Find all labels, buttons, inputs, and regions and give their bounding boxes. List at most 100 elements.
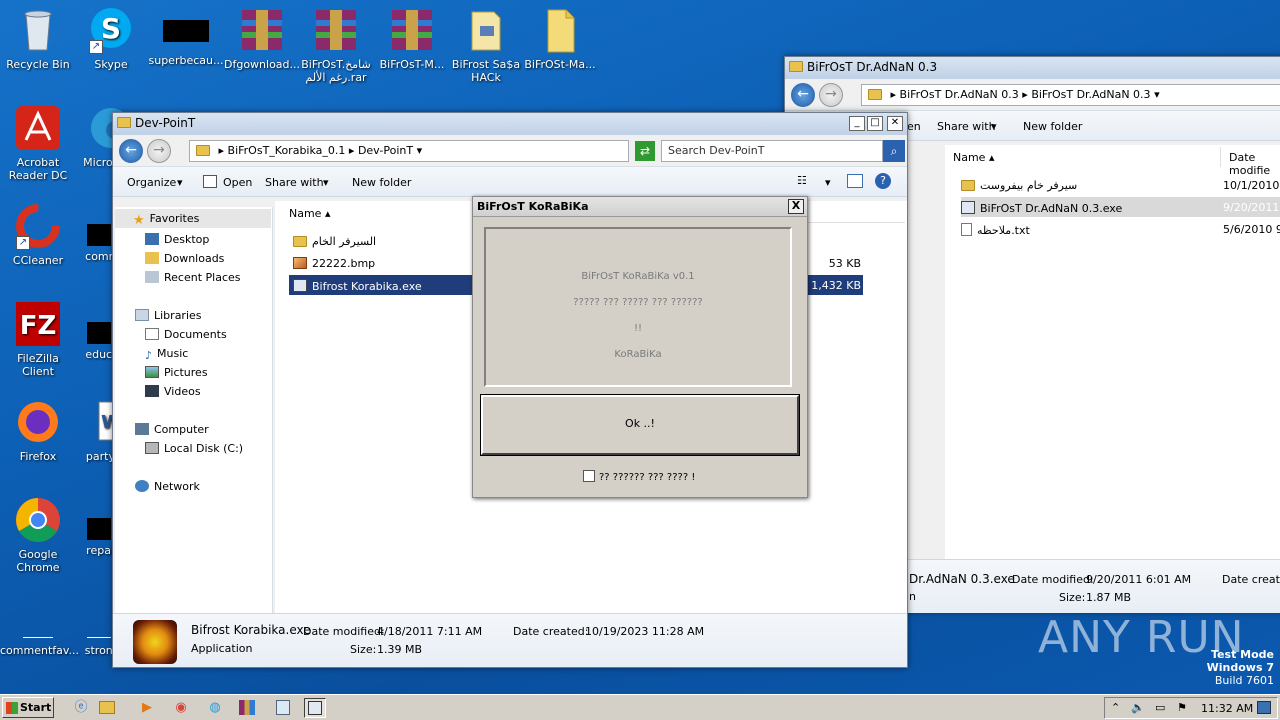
- file-row[interactable]: BiFrOsT Dr.AdNaN 0.3.exe 9/20/2011 6: [961, 197, 1280, 217]
- file-row[interactable]: سيرفر خام بيفروست 10/1/2010 5: [961, 175, 1280, 195]
- window-title-bar[interactable]: Dev-PoinT _ □ ✕: [113, 113, 907, 135]
- column-header-name[interactable]: Name ▴: [945, 147, 1221, 167]
- desktop-icon-dfgownload[interactable]: Dfgownload...: [224, 6, 300, 71]
- filezilla-icon: FZ: [14, 300, 62, 348]
- desktop-icon-superbecau[interactable]: superbecau...: [148, 6, 224, 67]
- nav-item-documents[interactable]: Documents: [145, 328, 227, 341]
- breadcrumb-item[interactable]: Dev-PoinT: [358, 144, 413, 157]
- nav-item-downloads[interactable]: Downloads: [145, 252, 224, 265]
- chrome-taskbar-icon[interactable]: ◉: [170, 698, 192, 718]
- nav-item-desktop[interactable]: Desktop: [145, 233, 209, 246]
- dialog-line: KoRaBiKa: [614, 349, 662, 360]
- file-row[interactable]: ملاحظه.txt 5/6/2010 9:: [961, 219, 1280, 239]
- toolbar-partial-label[interactable]: en: [907, 120, 921, 133]
- start-button[interactable]: Start: [2, 697, 54, 718]
- dropdown-arrow-icon[interactable]: ▾: [1154, 88, 1160, 101]
- desktop-icon-skype[interactable]: S ↗ Skype: [73, 6, 149, 71]
- window-title-bar[interactable]: BiFrOsT Dr.AdNaN 0.3: [785, 57, 1280, 79]
- speaker-icon[interactable]: 🔈: [1131, 701, 1145, 714]
- shortcut-arrow-icon: ↗: [16, 236, 30, 250]
- local-disk-icon: [145, 442, 159, 454]
- desktop-icon-label: BiFrOsT.شامخ رغم الألم.rar: [301, 58, 371, 84]
- minimize-button[interactable]: _: [849, 116, 865, 131]
- breadcrumb-item[interactable]: BiFrOsT Dr.AdNaN 0.3: [1031, 88, 1150, 101]
- organize-button[interactable]: Organize: [127, 176, 176, 189]
- view-dropdown-icon[interactable]: ▾: [825, 176, 831, 189]
- refresh-button[interactable]: ⇄: [635, 141, 655, 161]
- open-button[interactable]: Open: [223, 176, 252, 189]
- nav-computer[interactable]: Computer: [135, 423, 209, 436]
- address-bar[interactable]: ▸ BiFrOsT_Korabika_0.1 ▸ Dev-PoinT ▾: [189, 140, 629, 162]
- dropdown-arrow-icon[interactable]: ▾: [417, 144, 423, 157]
- desktop-icon-chrome[interactable]: Google Chrome: [0, 496, 76, 574]
- view-options-icon[interactable]: ☷: [797, 174, 807, 187]
- desktop-icon-label: superbecau...: [148, 54, 224, 67]
- desktop-icon-acrobat[interactable]: Acrobat Reader DC: [0, 104, 76, 182]
- breadcrumb-separator: ▸: [890, 88, 900, 101]
- forward-button[interactable]: →: [147, 139, 171, 163]
- desktop-icon-bifrost-m[interactable]: BiFrOsT-M...: [374, 6, 450, 71]
- desktop-icon-bifrost-saa[interactable]: BiFrost Sa$a HACk: [448, 6, 524, 84]
- winrar-taskbar-icon[interactable]: [236, 698, 258, 718]
- action-center-icon[interactable]: ⚑: [1177, 701, 1187, 714]
- nav-item-videos[interactable]: Videos: [145, 385, 201, 398]
- nav-item-music[interactable]: ♪ Music: [145, 347, 188, 362]
- new-folder-button[interactable]: New folder: [352, 176, 411, 189]
- address-bar[interactable]: ▸ BiFrOsT Dr.AdNaN 0.3 ▸ BiFrOsT Dr.AdNa…: [861, 84, 1280, 106]
- desktop-icon-firefox[interactable]: Firefox: [0, 398, 76, 463]
- column-header-date[interactable]: Date modifie: [1221, 147, 1280, 177]
- winrar-icon: [238, 6, 286, 54]
- show-hidden-icons[interactable]: ⌃: [1111, 701, 1120, 714]
- ie-icon[interactable]: ⓔ: [70, 698, 92, 718]
- bifrost-taskbar-button[interactable]: [304, 698, 326, 718]
- search-icon[interactable]: ⌕: [883, 140, 905, 162]
- desktop-icon-filezilla[interactable]: FZ FileZilla Client: [0, 300, 76, 378]
- nav-item-local-disk[interactable]: Local Disk (C:): [145, 442, 243, 455]
- show-desktop-icon[interactable]: [1257, 701, 1271, 714]
- desktop-icon-commentfav[interactable]: commentfav...: [0, 620, 79, 657]
- share-with-button[interactable]: Share with: [265, 176, 324, 189]
- media-player-icon[interactable]: ▶: [136, 698, 158, 718]
- breadcrumb-separator: ▸: [218, 144, 228, 157]
- new-folder-button[interactable]: New folder: [1023, 120, 1082, 133]
- breadcrumb-item[interactable]: BiFrOsT_Korabika_0.1: [228, 144, 346, 157]
- preview-pane-icon[interactable]: [847, 174, 863, 188]
- documents-icon: [145, 328, 159, 340]
- share-with-button[interactable]: Share with: [937, 120, 996, 133]
- desktop-icon-bifrost-rar[interactable]: BiFrOsT.شامخ رغم الألم.rar: [296, 6, 376, 84]
- back-button[interactable]: ←: [791, 83, 815, 107]
- back-button[interactable]: ←: [119, 139, 143, 163]
- help-icon[interactable]: ?: [875, 173, 891, 189]
- maximize-button[interactable]: □: [867, 116, 883, 131]
- nav-favorites[interactable]: ★ Favorites: [115, 209, 271, 228]
- close-button[interactable]: ✕: [887, 116, 903, 131]
- nav-item-pictures[interactable]: Pictures: [145, 366, 208, 379]
- nav-libraries[interactable]: Libraries: [135, 309, 202, 322]
- explorer-icon[interactable]: [96, 698, 118, 718]
- downloads-icon: [145, 252, 159, 264]
- dialog-title-bar[interactable]: BiFrOsT KoRaBiKa X: [473, 197, 807, 217]
- clock[interactable]: 11:32 AM: [1201, 702, 1253, 715]
- desktop-icon-ccleaner[interactable]: ↗ CCleaner: [0, 202, 76, 267]
- nav-item-recent-places[interactable]: Recent Places: [145, 271, 241, 284]
- breadcrumb-item[interactable]: BiFrOsT Dr.AdNaN 0.3: [900, 88, 1019, 101]
- details-modified-value: 9/20/2011 6:01 AM: [1086, 573, 1192, 586]
- notepad-taskbar-icon[interactable]: [272, 698, 294, 718]
- share-dropdown-icon[interactable]: ▾: [323, 176, 329, 189]
- desktop-icon-recycle-bin[interactable]: Recycle Bin: [0, 6, 76, 71]
- nav-network[interactable]: Network: [135, 480, 200, 493]
- edge-taskbar-icon[interactable]: ◍: [204, 698, 226, 718]
- share-dropdown-icon[interactable]: ▾: [991, 120, 997, 133]
- dialog-close-button[interactable]: X: [788, 199, 804, 214]
- checkbox-icon[interactable]: [583, 470, 595, 482]
- search-input[interactable]: Search Dev-PoinT: [661, 140, 883, 162]
- network-tray-icon[interactable]: ▭: [1155, 701, 1165, 714]
- desktop-icon-label: BiFrOsT-M...: [379, 58, 445, 71]
- forward-button[interactable]: →: [819, 83, 843, 107]
- file-icon: [87, 620, 111, 638]
- organize-dropdown-icon[interactable]: ▾: [177, 176, 183, 189]
- desktop-icon-bifrost-ma[interactable]: BiFrOSt-Ma...: [522, 6, 598, 71]
- dont-show-checkbox[interactable]: ?? ?????? ??? ???? !: [583, 470, 695, 483]
- column-header-name[interactable]: Name ▴: [281, 203, 477, 223]
- ok-button[interactable]: Ok ..!: [480, 394, 800, 456]
